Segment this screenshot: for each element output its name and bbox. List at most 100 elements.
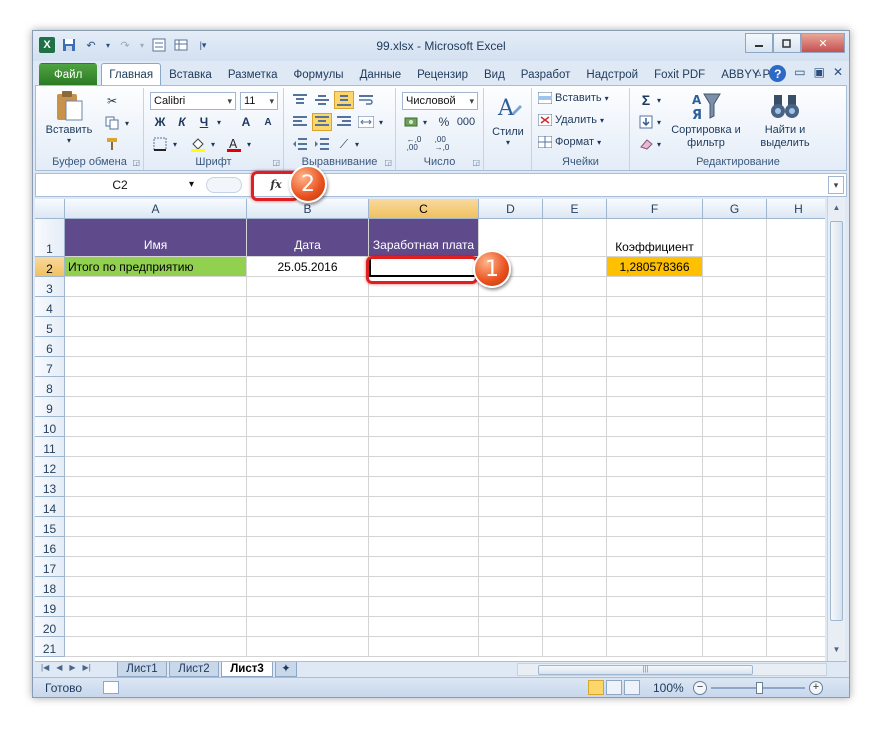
- cell-c4[interactable]: [369, 297, 479, 317]
- row-header-11[interactable]: 11: [35, 437, 65, 457]
- cell-c6[interactable]: [369, 337, 479, 357]
- cell-a1[interactable]: Имя: [65, 219, 247, 257]
- cell-a4[interactable]: [65, 297, 247, 317]
- number-launcher-icon[interactable]: ◲: [472, 158, 480, 167]
- clear-dropdown-icon[interactable]: ▾: [654, 135, 664, 153]
- cell-c21[interactable]: [369, 637, 479, 657]
- cell-h18[interactable]: [767, 577, 825, 597]
- tab-data[interactable]: Данные: [352, 63, 410, 85]
- column-header-h[interactable]: H: [767, 199, 825, 219]
- cell-b21[interactable]: [247, 637, 369, 657]
- shrink-font-button[interactable]: A: [258, 113, 278, 131]
- cell-d15[interactable]: [479, 517, 543, 537]
- cell-d16[interactable]: [479, 537, 543, 557]
- format-cells-button[interactable]: Формат ▾: [538, 136, 601, 148]
- cell-g18[interactable]: [703, 577, 767, 597]
- cell-e9[interactable]: [543, 397, 607, 417]
- sheet-tab-list2[interactable]: Лист2: [169, 662, 219, 677]
- cell-c13[interactable]: [369, 477, 479, 497]
- tab-view[interactable]: Вид: [476, 63, 513, 85]
- horizontal-scroll-thumb[interactable]: |||: [538, 665, 753, 675]
- cell-h15[interactable]: [767, 517, 825, 537]
- percent-button[interactable]: %: [434, 113, 454, 131]
- insert-sheet-icon[interactable]: ✦: [275, 662, 297, 677]
- select-all-corner[interactable]: [35, 199, 65, 219]
- cell-b19[interactable]: [247, 597, 369, 617]
- paste-button[interactable]: Вставить ▾: [40, 90, 98, 145]
- doc-minimize-icon[interactable]: ▭: [794, 65, 805, 82]
- cell-b10[interactable]: [247, 417, 369, 437]
- row-header-3[interactable]: 3: [35, 277, 65, 297]
- row-header-1[interactable]: 1: [35, 219, 65, 257]
- cell-b12[interactable]: [247, 457, 369, 477]
- cell-f17[interactable]: [607, 557, 703, 577]
- formula-bar-divider[interactable]: [206, 177, 242, 193]
- row-header-8[interactable]: 8: [35, 377, 65, 397]
- minimize-ribbon-icon[interactable]: ▵: [755, 65, 761, 82]
- cell-f11[interactable]: [607, 437, 703, 457]
- cell-e4[interactable]: [543, 297, 607, 317]
- copy-icon[interactable]: [102, 114, 122, 132]
- cell-g5[interactable]: [703, 317, 767, 337]
- zoom-slider[interactable]: − +: [693, 681, 823, 695]
- cell-a9[interactable]: [65, 397, 247, 417]
- row-header-17[interactable]: 17: [35, 557, 65, 577]
- row-header-9[interactable]: 9: [35, 397, 65, 417]
- row-header-2[interactable]: 2: [35, 257, 65, 277]
- cell-d8[interactable]: [479, 377, 543, 397]
- orientation-dropdown-icon[interactable]: ▾: [352, 135, 362, 153]
- cell-f18[interactable]: [607, 577, 703, 597]
- cell-g11[interactable]: [703, 437, 767, 457]
- row-header-13[interactable]: 13: [35, 477, 65, 497]
- cell-g1[interactable]: [703, 219, 767, 257]
- styles-button[interactable]: A Стили ▾: [486, 92, 530, 147]
- fill-dropdown-icon[interactable]: ▾: [654, 113, 664, 131]
- cell-a16[interactable]: [65, 537, 247, 557]
- cell-e8[interactable]: [543, 377, 607, 397]
- cell-g13[interactable]: [703, 477, 767, 497]
- cell-g3[interactable]: [703, 277, 767, 297]
- macro-record-icon[interactable]: [103, 681, 119, 694]
- cell-g9[interactable]: [703, 397, 767, 417]
- row-header-6[interactable]: 6: [35, 337, 65, 357]
- doc-close-icon[interactable]: ✕: [833, 65, 843, 82]
- cell-c8[interactable]: [369, 377, 479, 397]
- cell-h3[interactable]: [767, 277, 825, 297]
- zoom-slider-knob[interactable]: [756, 682, 763, 694]
- tab-file[interactable]: Файл: [39, 63, 98, 85]
- cell-a5[interactable]: [65, 317, 247, 337]
- align-center-icon[interactable]: [312, 113, 332, 131]
- first-sheet-icon[interactable]: |◀: [41, 663, 49, 672]
- underline-dropdown-icon[interactable]: ▾: [214, 113, 224, 131]
- cell-a6[interactable]: [65, 337, 247, 357]
- cell-h4[interactable]: [767, 297, 825, 317]
- merge-dropdown-icon[interactable]: ▾: [376, 113, 386, 131]
- sheet-tab-list1[interactable]: Лист1: [117, 662, 167, 677]
- normal-view-button[interactable]: [588, 680, 604, 695]
- vertical-scrollbar[interactable]: ▲ ▼: [827, 197, 845, 661]
- cell-e11[interactable]: [543, 437, 607, 457]
- cell-f16[interactable]: [607, 537, 703, 557]
- format-painter-icon[interactable]: [102, 135, 122, 153]
- cell-b2[interactable]: 25.05.2016: [247, 257, 369, 277]
- cell-a8[interactable]: [65, 377, 247, 397]
- cell-f13[interactable]: [607, 477, 703, 497]
- tab-formulas[interactable]: Формулы: [286, 63, 352, 85]
- align-right-icon[interactable]: [334, 113, 354, 131]
- cell-h11[interactable]: [767, 437, 825, 457]
- row-header-16[interactable]: 16: [35, 537, 65, 557]
- close-button[interactable]: ✕: [801, 33, 845, 53]
- minimize-button[interactable]: [745, 33, 773, 53]
- name-box[interactable]: C2: [40, 176, 200, 194]
- cell-b8[interactable]: [247, 377, 369, 397]
- sheet-tab-list3[interactable]: Лист3: [221, 662, 273, 677]
- column-header-g[interactable]: G: [703, 199, 767, 219]
- cell-e13[interactable]: [543, 477, 607, 497]
- cell-h8[interactable]: [767, 377, 825, 397]
- column-header-e[interactable]: E: [543, 199, 607, 219]
- cell-h2[interactable]: [767, 257, 825, 277]
- cell-b14[interactable]: [247, 497, 369, 517]
- cell-h17[interactable]: [767, 557, 825, 577]
- cell-b5[interactable]: [247, 317, 369, 337]
- tab-developer[interactable]: Разработ: [513, 63, 579, 85]
